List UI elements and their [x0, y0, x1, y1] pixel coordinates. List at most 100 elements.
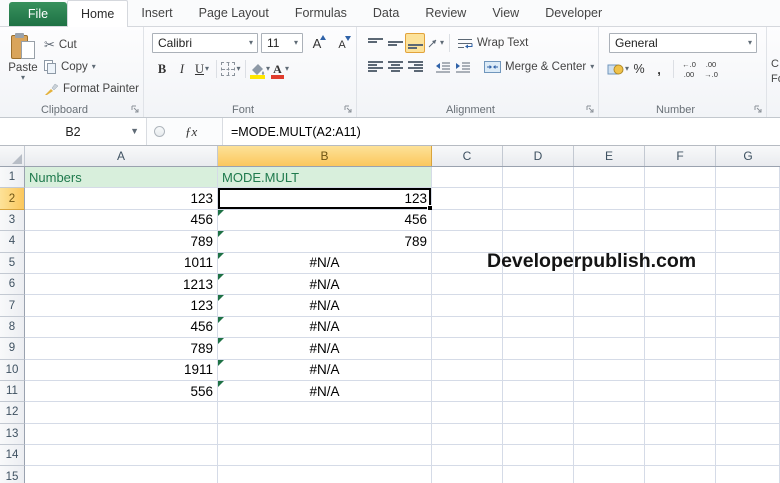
wrap-text-button[interactable]: Wrap Text	[454, 33, 531, 53]
align-right-button[interactable]	[405, 57, 425, 77]
clipboard-dialog-launcher-icon[interactable]	[130, 104, 140, 114]
cell-B4[interactable]: 789	[218, 231, 432, 253]
column-header-e[interactable]: E	[574, 146, 645, 166]
comma-style-button[interactable]: ,	[649, 59, 669, 79]
cell-B8[interactable]: #N/A	[218, 316, 432, 339]
tab-view[interactable]: View	[479, 0, 532, 26]
cell-C12[interactable]	[432, 402, 503, 424]
cell-D7[interactable]	[503, 295, 574, 317]
cell-D6[interactable]	[503, 273, 574, 296]
cell-A2[interactable]: 123	[25, 188, 218, 210]
cell-G4[interactable]	[716, 231, 780, 253]
cell-B7[interactable]: #N/A	[218, 295, 432, 317]
orientation-button[interactable]: ▾	[425, 33, 445, 53]
cell-C10[interactable]	[432, 359, 503, 381]
cell-G13[interactable]	[716, 423, 780, 446]
cell-C6[interactable]	[432, 273, 503, 296]
row-header-4[interactable]: 4	[0, 231, 25, 253]
cell-A7[interactable]: 123	[25, 295, 218, 317]
cell-B2[interactable]: 123	[218, 188, 432, 210]
row-header-13[interactable]: 13	[0, 423, 25, 446]
bold-button[interactable]: B	[152, 59, 172, 79]
align-middle-button[interactable]	[385, 33, 405, 53]
cell-D13[interactable]	[503, 423, 574, 446]
row-header-1[interactable]: 1	[0, 167, 25, 189]
cell-E1[interactable]	[574, 167, 645, 189]
column-header-g[interactable]: G	[716, 146, 780, 166]
row-header-9[interactable]: 9	[0, 338, 25, 360]
fill-handle[interactable]	[427, 204, 432, 210]
cell-A12[interactable]	[25, 402, 218, 424]
cell-E13[interactable]	[574, 423, 645, 446]
cell-F6[interactable]	[645, 273, 716, 296]
cell-B5[interactable]: #N/A	[218, 252, 432, 274]
font-dialog-launcher-icon[interactable]	[343, 104, 353, 114]
column-header-a[interactable]: A	[25, 146, 218, 166]
row-header-8[interactable]: 8	[0, 316, 25, 339]
cell-F15[interactable]	[645, 466, 716, 483]
row-header-3[interactable]: 3	[0, 209, 25, 232]
align-top-button[interactable]	[365, 33, 385, 53]
cell-C11[interactable]	[432, 380, 503, 403]
file-tab[interactable]: File	[9, 2, 67, 26]
insert-function-button[interactable]: ƒx	[185, 124, 197, 140]
percent-style-button[interactable]: %	[629, 59, 649, 79]
cell-D8[interactable]	[503, 316, 574, 339]
cell-C15[interactable]	[432, 466, 503, 483]
cell-A15[interactable]	[25, 466, 218, 483]
cell-G7[interactable]	[716, 295, 780, 317]
cell-G10[interactable]	[716, 359, 780, 381]
cell-G15[interactable]	[716, 466, 780, 483]
cell-C7[interactable]	[432, 295, 503, 317]
cell-C2[interactable]	[432, 188, 503, 210]
cell-D3[interactable]	[503, 209, 574, 232]
cell-E2[interactable]	[574, 188, 645, 210]
fill-color-button[interactable]: ▾	[250, 59, 270, 79]
cell-E6[interactable]	[574, 273, 645, 296]
cell-D9[interactable]	[503, 338, 574, 360]
cell-C8[interactable]	[432, 316, 503, 339]
cell-D2[interactable]	[503, 188, 574, 210]
cell-C14[interactable]	[432, 445, 503, 467]
cell-A9[interactable]: 789	[25, 338, 218, 360]
accounting-format-button[interactable]: ▾	[607, 59, 629, 79]
cell-A11[interactable]: 556	[25, 380, 218, 403]
cell-B3[interactable]: 456	[218, 209, 432, 232]
tab-page-layout[interactable]: Page Layout	[186, 0, 282, 26]
alignment-dialog-launcher-icon[interactable]	[585, 104, 595, 114]
row-header-14[interactable]: 14	[0, 445, 25, 467]
cell-D11[interactable]	[503, 380, 574, 403]
cell-B11[interactable]: #N/A	[218, 380, 432, 403]
row-header-5[interactable]: 5	[0, 252, 25, 274]
cut-button[interactable]: ✂ Cut	[42, 35, 141, 55]
cell-A5[interactable]: 1011	[25, 252, 218, 274]
cell-G14[interactable]	[716, 445, 780, 467]
cell-G1[interactable]	[716, 167, 780, 189]
cell-E10[interactable]	[574, 359, 645, 381]
cell-G12[interactable]	[716, 402, 780, 424]
copy-button[interactable]: Copy ▾	[42, 57, 141, 77]
cell-B6[interactable]: #N/A	[218, 273, 432, 296]
column-header-c[interactable]: C	[432, 146, 503, 166]
row-header-12[interactable]: 12	[0, 402, 25, 424]
paste-dropdown-icon[interactable]: ▾	[21, 74, 25, 82]
cell-F11[interactable]	[645, 380, 716, 403]
cell-B10[interactable]: #N/A	[218, 359, 432, 381]
cell-B14[interactable]	[218, 445, 432, 467]
cell-A1[interactable]: Numbers	[25, 167, 218, 189]
cell-D14[interactable]	[503, 445, 574, 467]
align-left-button[interactable]	[365, 57, 385, 77]
cell-F9[interactable]	[645, 338, 716, 360]
tab-insert[interactable]: Insert	[128, 0, 185, 26]
tab-home[interactable]: Home	[67, 0, 129, 27]
select-all-button[interactable]	[0, 146, 25, 166]
cell-C9[interactable]	[432, 338, 503, 360]
cell-G3[interactable]	[716, 209, 780, 232]
cell-G9[interactable]	[716, 338, 780, 360]
merge-center-button[interactable]: Merge & Center ▾	[481, 57, 597, 77]
decrease-indent-button[interactable]	[433, 57, 453, 77]
cell-F3[interactable]	[645, 209, 716, 232]
row-header-10[interactable]: 10	[0, 359, 25, 381]
cell-F10[interactable]	[645, 359, 716, 381]
grow-font-button[interactable]: A	[306, 33, 328, 53]
